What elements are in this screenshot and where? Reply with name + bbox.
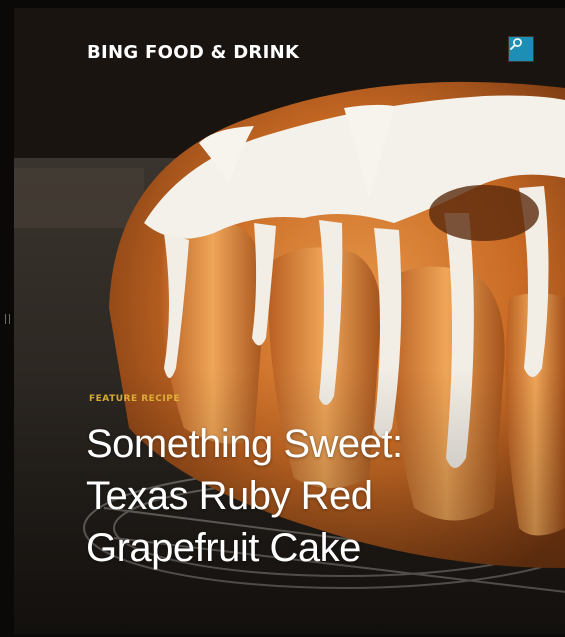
headline-line: Something Sweet: <box>86 422 403 466</box>
app-frame: BING FOOD & DRINK FEATURE RECIPE Somethi… <box>0 0 565 637</box>
search-icon <box>510 38 522 50</box>
article-headline[interactable]: Something Sweet: Texas Ruby Red Grapefru… <box>86 418 526 574</box>
left-edge-bar <box>0 0 14 637</box>
search-button[interactable] <box>509 37 533 61</box>
headline-line: Texas Ruby Red <box>86 474 373 518</box>
app-brand-title: BING FOOD & DRINK <box>87 42 300 63</box>
headline-line: Grapefruit Cake <box>86 526 361 570</box>
article-category-label[interactable]: FEATURE RECIPE <box>89 394 180 404</box>
pause-icon <box>5 314 10 324</box>
hero-image[interactable]: BING FOOD & DRINK FEATURE RECIPE Somethi… <box>14 8 565 634</box>
